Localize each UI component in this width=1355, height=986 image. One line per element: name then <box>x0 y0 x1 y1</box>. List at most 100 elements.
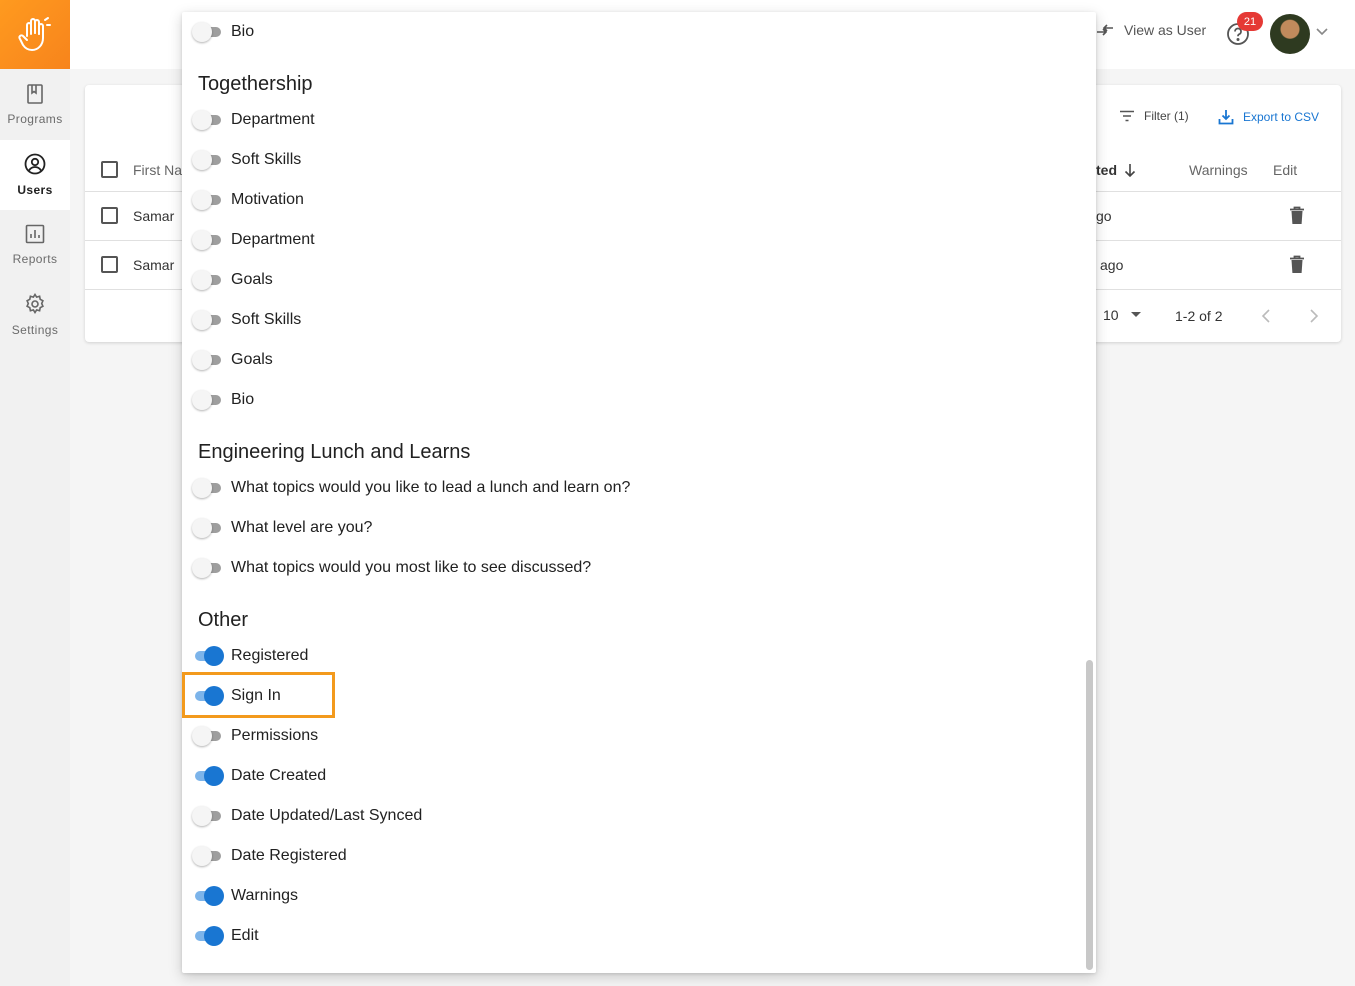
column-header-warnings[interactable]: Warnings <box>1189 162 1248 178</box>
column-header-first-name[interactable]: First Na <box>133 162 182 178</box>
swap-arrows-icon <box>1097 24 1113 36</box>
column-toggle[interactable]: Soft Skills <box>192 308 301 332</box>
chevron-left-icon[interactable] <box>1261 309 1271 323</box>
arrow-down-icon <box>1124 164 1136 177</box>
toggle-switch-on[interactable] <box>192 926 224 946</box>
column-toggle-registered[interactable]: Registered <box>192 644 308 668</box>
toggle-switch-off[interactable] <box>192 806 222 826</box>
toggle-switch-on[interactable] <box>192 766 224 786</box>
column-toggle-label: What topics would you like to lead a lun… <box>231 479 631 496</box>
gear-icon <box>26 293 44 315</box>
toggle-switch-off[interactable] <box>192 846 222 866</box>
column-toggle-label: Bio <box>231 391 255 408</box>
column-toggle[interactable]: Motivation <box>192 188 304 212</box>
column-toggle[interactable]: Soft Skills <box>192 148 301 172</box>
column-toggle[interactable]: Department <box>192 108 315 132</box>
column-toggle-date-updated[interactable]: Date Updated/Last Synced <box>192 804 422 828</box>
trash-icon[interactable] <box>1289 255 1305 274</box>
sign-in-highlight-box <box>182 672 335 718</box>
column-toggle-label: Goals <box>231 271 273 288</box>
column-toggle-label: Department <box>231 111 315 128</box>
bar-chart-icon <box>25 224 45 244</box>
chevron-right-icon[interactable] <box>1309 309 1319 323</box>
row-first-name: Samar <box>133 208 175 224</box>
trash-icon[interactable] <box>1289 206 1305 225</box>
user-circle-icon <box>24 153 46 175</box>
column-toggle-warnings[interactable]: Warnings <box>192 884 298 908</box>
section-title-other: Other <box>198 609 249 631</box>
nav-users-label: Users <box>17 183 53 197</box>
export-csv-button[interactable]: Export to CSV <box>1218 109 1319 125</box>
column-toggle-permissions[interactable]: Permissions <box>192 724 318 748</box>
view-as-user-button[interactable]: View as User <box>1096 22 1206 38</box>
nav-users[interactable]: Users <box>0 140 70 210</box>
column-toggle-label: Date Created <box>231 767 327 784</box>
filter-label: Filter (1) <box>1144 109 1189 123</box>
rows-per-page-select[interactable]: 10 <box>1103 307 1141 323</box>
column-toggle[interactable]: Bio <box>192 388 254 412</box>
column-toggle[interactable]: What topics would you most like to see d… <box>192 556 591 580</box>
toggle-switch-off[interactable] <box>192 150 222 170</box>
column-toggle-edit[interactable]: Edit <box>192 924 259 948</box>
column-header-date-created-label: ted <box>1096 162 1117 178</box>
caret-down-icon <box>1130 312 1141 317</box>
panel-scrollbar[interactable] <box>1086 660 1093 970</box>
column-toggle-label: Date Updated/Last Synced <box>231 807 423 824</box>
column-toggle-label: Soft Skills <box>231 311 302 328</box>
pagination-range: 1-2 of 2 <box>1175 308 1223 324</box>
toggle-switch-off[interactable] <box>192 230 222 250</box>
column-toggle-label: Permissions <box>231 727 319 744</box>
column-toggle-label: Registered <box>231 647 309 664</box>
column-toggle-label: Date Registered <box>231 847 347 864</box>
column-header-date-created[interactable]: ted <box>1096 162 1137 178</box>
column-toggle-date-created[interactable]: Date Created <box>192 764 326 788</box>
column-toggle[interactable]: Goals <box>192 348 273 372</box>
chevron-down-icon[interactable] <box>1315 27 1329 37</box>
nav-reports-label: Reports <box>12 252 58 266</box>
filter-icon <box>1120 110 1134 122</box>
toggle-switch-on[interactable] <box>192 646 224 666</box>
toggle-switch-off[interactable] <box>192 22 222 42</box>
select-all-checkbox[interactable] <box>101 161 118 178</box>
column-toggle-label: Bio <box>231 23 255 40</box>
column-toggle[interactable]: Goals <box>192 268 273 292</box>
column-header-edit[interactable]: Edit <box>1273 162 1297 178</box>
column-toggle[interactable]: What topics would you like to lead a lun… <box>192 476 630 500</box>
column-toggle-date-registered[interactable]: Date Registered <box>192 844 347 868</box>
row-date-created: go <box>1096 208 1112 224</box>
rows-per-page-value: 10 <box>1103 307 1119 323</box>
nav-settings[interactable]: Settings <box>0 280 70 350</box>
toggle-switch-off[interactable] <box>192 558 222 578</box>
row-first-name: Samar <box>133 257 175 273</box>
column-toggle[interactable]: Department <box>192 228 315 252</box>
toggle-switch-off[interactable] <box>192 478 222 498</box>
nav-reports[interactable]: Reports <box>0 210 70 280</box>
nav-programs[interactable]: Programs <box>0 70 70 140</box>
row-checkbox[interactable] <box>101 256 118 273</box>
column-toggle[interactable]: What level are you? <box>192 516 372 540</box>
toggle-switch-on[interactable] <box>192 886 224 906</box>
app-logo[interactable] <box>0 0 70 69</box>
column-toggle-bio[interactable]: Bio <box>192 20 254 44</box>
section-title-engineering-lunch: Engineering Lunch and Learns <box>198 441 471 463</box>
avatar[interactable] <box>1270 14 1310 54</box>
toggle-switch-off[interactable] <box>192 310 222 330</box>
column-toggle-label: Warnings <box>231 887 298 904</box>
filter-button[interactable]: Filter (1) <box>1119 109 1189 123</box>
toggle-switch-off[interactable] <box>192 190 222 210</box>
toggle-switch-off[interactable] <box>192 110 222 130</box>
view-as-user-label: View as User <box>1124 22 1207 38</box>
toggle-switch-off[interactable] <box>192 390 222 410</box>
row-checkbox[interactable] <box>101 207 118 224</box>
bookmark-icon <box>27 84 43 104</box>
notification-badge: 21 <box>1237 12 1263 31</box>
section-title-togethership: Togethership <box>198 73 313 95</box>
nav-settings-label: Settings <box>11 323 59 337</box>
sidebar: Programs Users Reports Settings <box>0 0 70 986</box>
toggle-switch-off[interactable] <box>192 726 222 746</box>
row-date-created: ago <box>1100 257 1124 273</box>
toggle-switch-off[interactable] <box>192 350 222 370</box>
toggle-switch-off[interactable] <box>192 518 222 538</box>
toggle-switch-off[interactable] <box>192 270 222 290</box>
download-icon <box>1218 110 1234 125</box>
